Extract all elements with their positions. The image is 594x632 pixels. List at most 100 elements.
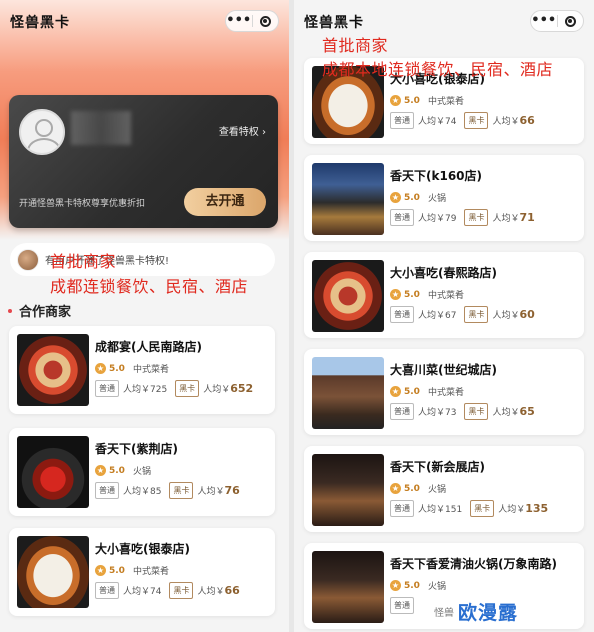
notice-avatar [17, 248, 39, 271]
merchant-name: 香天下香爱清油火锅(万象南路) [390, 557, 557, 571]
merchant-image [312, 551, 384, 623]
black-card-price: 人均￥135 [498, 502, 548, 515]
normal-price: 人均￥73 [418, 408, 457, 418]
overlay-text-line2: 成都连锁餐饮、民宿、酒店 [50, 277, 249, 296]
rating-row: ★ 5.0 火锅 [390, 191, 446, 204]
star-icon: ★ [390, 580, 401, 591]
star-icon: ★ [390, 95, 401, 106]
target-icon[interactable] [253, 15, 279, 27]
merchant-category: 火锅 [427, 582, 446, 592]
star-icon: ★ [95, 465, 106, 476]
price-row: 普通 人均￥725 黑卡 人均￥652 [95, 380, 253, 397]
star-icon: ★ [390, 483, 401, 494]
view-benefits-link[interactable]: 查看特权 › [219, 123, 266, 138]
normal-price: 人均￥725 [123, 385, 168, 395]
normal-tag: 普通 [390, 403, 414, 420]
merchant-image [17, 536, 89, 608]
normal-price: 人均￥79 [418, 214, 457, 224]
normal-tag: 普通 [390, 112, 414, 129]
right-screen: 怪兽黑卡 ••• 首批商家 成都本地连锁餐饮、民宿、酒店 大小喜吃(银泰店) ★… [294, 0, 594, 632]
black-price-prefix: 人均￥ [492, 214, 520, 224]
merchant-name: 成都宴(人民南路店) [95, 340, 202, 354]
overlay-text-line2: 成都本地连锁餐饮、民宿、酒店 [322, 60, 554, 79]
merchant-category: 火锅 [427, 485, 446, 495]
merchant-category: 中式菜肴 [132, 365, 169, 375]
merchant-card[interactable]: 香天下(新会展店) ★ 5.0 火锅 普通 人均￥151 黑卡 人均￥135 [304, 446, 584, 532]
open-membership-button[interactable]: 去开通 [184, 188, 266, 216]
normal-price: 人均￥74 [418, 117, 457, 127]
blurred-user-name [71, 111, 131, 145]
normal-price: 人均￥151 [418, 505, 463, 515]
black-card-tag: 黑卡 [470, 500, 495, 517]
merchant-image [17, 334, 89, 406]
rating-row: ★ 5.0 中式菜肴 [95, 564, 169, 577]
card-description: 开通怪兽黑卡特权尊享优惠折扣 [19, 199, 146, 209]
normal-tag: 普通 [390, 209, 414, 226]
merchant-rating: 5.0 [404, 483, 420, 494]
black-price-prefix: 人均￥ [203, 385, 231, 395]
price-row: 普通 人均￥85 黑卡 人均￥76 [95, 482, 240, 499]
normal-tag: 普通 [95, 482, 119, 499]
merchant-name: 大小喜吃(银泰店) [95, 542, 190, 556]
merchant-card[interactable]: 大小喜吃(春熙路店) ★ 5.0 中式菜肴 普通 人均￥67 黑卡 人均￥60 [304, 252, 584, 338]
price-row: 普通 人均￥67 黑卡 人均￥60 [390, 306, 535, 323]
merchant-name: 香天下(紫荆店) [95, 442, 178, 456]
black-price-value: 60 [519, 308, 535, 321]
overlay-text-line1: 首批商家 [322, 36, 389, 55]
merchant-image [312, 454, 384, 526]
app-title: 怪兽黑卡 [304, 15, 364, 31]
rating-row: ★ 5.0 中式菜肴 [390, 94, 464, 107]
black-card-tag: 黑卡 [175, 380, 200, 397]
merchant-card[interactable]: 成都宴(人民南路店) ★ 5.0 中式菜肴 普通 人均￥725 黑卡 人均￥65… [9, 326, 275, 414]
black-price-value: 135 [525, 502, 549, 515]
star-icon: ★ [390, 192, 401, 203]
app-title: 怪兽黑卡 [10, 15, 70, 31]
star-icon: ★ [390, 289, 401, 300]
overlay-text-line1: 首批商家 [50, 252, 117, 271]
more-menu-button[interactable]: ••• [226, 12, 252, 30]
price-row: 普通 人均￥79 黑卡 人均￥71 [390, 209, 535, 226]
black-price-value: 76 [224, 484, 240, 497]
merchant-card[interactable]: 香天下(k160店) ★ 5.0 火锅 普通 人均￥79 黑卡 人均￥71 [304, 155, 584, 241]
merchant-card[interactable]: 大喜川菜(世纪城店) ★ 5.0 中式菜肴 普通 人均￥73 黑卡 人均￥65 [304, 349, 584, 435]
watermark-small: 怪兽 [434, 608, 454, 619]
merchant-name: 香天下(新会展店) [390, 460, 485, 474]
merchant-name: 大喜川菜(世纪城店) [390, 363, 497, 377]
merchant-image [312, 357, 384, 429]
target-icon[interactable] [558, 15, 584, 27]
black-card-tag: 黑卡 [464, 209, 489, 226]
price-row: 普通 [390, 597, 414, 614]
more-menu-button[interactable]: ••• [531, 12, 557, 30]
black-card-tag: 黑卡 [464, 112, 489, 129]
merchant-image [312, 163, 384, 235]
miniprogram-capsule: ••• [225, 10, 279, 32]
black-card-tag: 黑卡 [169, 582, 194, 599]
black-card-price: 人均￥71 [492, 211, 534, 224]
rating-row: ★ 5.0 中式菜肴 [95, 362, 169, 375]
rating-row: ★ 5.0 火锅 [390, 579, 446, 592]
merchant-card[interactable]: 香天下(紫荆店) ★ 5.0 火锅 普通 人均￥85 黑卡 人均￥76 [9, 428, 275, 516]
black-card-price: 人均￥76 [197, 484, 239, 497]
price-row: 普通 人均￥74 黑卡 人均￥66 [95, 582, 240, 599]
normal-tag: 普通 [390, 306, 414, 323]
black-price-prefix: 人均￥ [492, 311, 520, 321]
merchant-category: 火锅 [132, 467, 151, 477]
normal-tag: 普通 [95, 380, 119, 397]
normal-price: 人均￥67 [418, 311, 457, 321]
black-price-value: 66 [519, 114, 535, 127]
black-price-value: 652 [230, 382, 254, 395]
merchant-rating: 5.0 [404, 386, 420, 397]
merchant-category: 中式菜肴 [427, 388, 464, 398]
merchant-rating: 5.0 [404, 192, 420, 203]
merchant-category: 中式菜肴 [427, 97, 464, 107]
black-price-prefix: 人均￥ [492, 117, 520, 127]
watermark: 怪兽 欧漫露 [434, 598, 518, 625]
watermark-text: 欧漫露 [458, 602, 519, 624]
merchant-card[interactable]: 大小喜吃(银泰店) ★ 5.0 中式菜肴 普通 人均￥74 黑卡 人均￥66 [9, 528, 275, 616]
price-row: 普通 人均￥73 黑卡 人均￥65 [390, 403, 535, 420]
black-card: 查看特权 › 开通怪兽黑卡特权尊享优惠折扣 去开通 [9, 95, 278, 228]
black-card-tag: 黑卡 [464, 306, 489, 323]
black-card-tag: 黑卡 [464, 403, 489, 420]
price-row: 普通 人均￥151 黑卡 人均￥135 [390, 500, 548, 517]
merchant-rating: 5.0 [404, 289, 420, 300]
